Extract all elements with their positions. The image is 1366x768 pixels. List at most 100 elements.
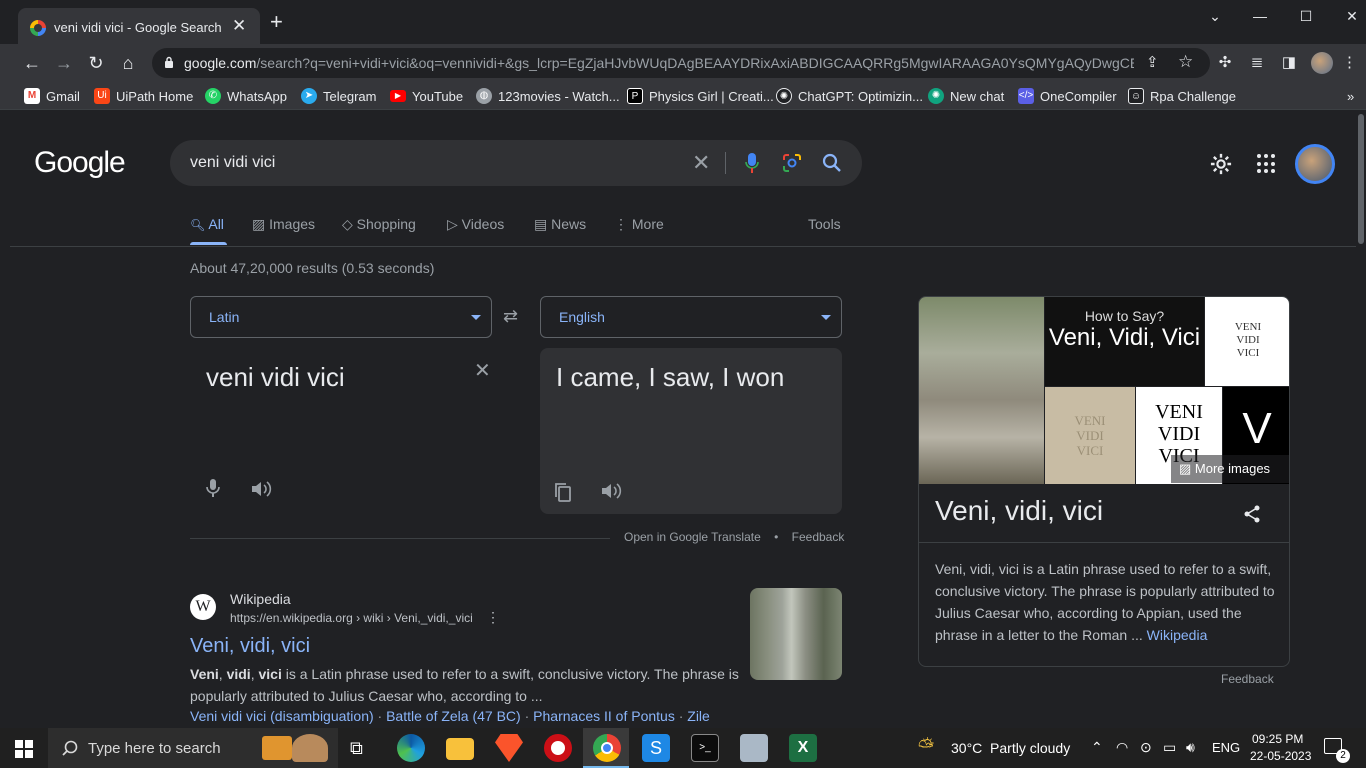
search-input[interactable]: veni vidi vici: [190, 154, 275, 172]
close-window-icon[interactable]: ✕: [1332, 8, 1366, 28]
volume-icon[interactable]: 🔊︎: [1186, 739, 1195, 756]
bookmark-physics-girl[interactable]: P Physics Girl | Creati...: [627, 87, 774, 105]
forward-icon[interactable]: →: [53, 52, 75, 74]
google-logo[interactable]: Google: [34, 146, 126, 180]
address-bar[interactable]: google.com/search?q=veni+vidi+vici&oq=ve…: [152, 48, 1210, 78]
location-icon[interactable]: ⊙: [1140, 739, 1152, 756]
result-title-link[interactable]: Veni, vidi, vici: [190, 635, 310, 658]
reload-icon[interactable]: ↻: [85, 52, 107, 74]
image-stone-inscription[interactable]: VENI VIDI VICI: [1045, 387, 1135, 484]
browser-tab[interactable]: veni vidi vici - Google Search ✕: [18, 8, 260, 46]
profile-avatar[interactable]: [1311, 52, 1333, 74]
voice-search-icon[interactable]: [745, 152, 759, 174]
sitelink[interactable]: Veni vidi vici (disambiguation): [190, 708, 374, 724]
share-page-icon[interactable]: ⇪: [1146, 53, 1159, 71]
battery-icon[interactable]: ▭: [1163, 739, 1176, 756]
speaker-icon[interactable]: [600, 482, 622, 500]
back-icon[interactable]: ←: [21, 52, 43, 74]
file-explorer-icon[interactable]: [446, 738, 474, 760]
scrollbar-thumb[interactable]: [1358, 114, 1364, 244]
terminal-icon[interactable]: >_: [691, 734, 719, 762]
bookmark-rpa-challenge[interactable]: ☺ Rpa Challenge: [1128, 87, 1236, 105]
weather-cloud-icon[interactable]: ⛅︎: [918, 736, 934, 759]
chrome-icon[interactable]: [593, 734, 621, 762]
tab-all[interactable]: 🔍︎ All: [190, 216, 224, 232]
app-s-icon[interactable]: S: [642, 734, 670, 762]
task-view-icon[interactable]: ⧉: [350, 738, 363, 759]
more-images-button[interactable]: ▨ More images: [1171, 455, 1289, 483]
chrome-menu-icon[interactable]: ⋮: [1342, 53, 1357, 73]
bookmark-123movies[interactable]: ◍ 123movies - Watch...: [476, 87, 620, 105]
image-column-photo[interactable]: [919, 297, 1044, 484]
result-menu-icon[interactable]: ⋮: [486, 609, 500, 626]
clear-source-icon[interactable]: ✕: [474, 358, 491, 383]
edge-icon[interactable]: [397, 734, 425, 762]
tab-more[interactable]: ⋮ More: [614, 216, 664, 233]
clear-search-icon[interactable]: ✕: [692, 150, 710, 176]
tools-button[interactable]: Tools: [808, 216, 841, 232]
weather-text[interactable]: 30°C Partly cloudy: [951, 740, 1070, 756]
bookmark-youtube[interactable]: ▶ YouTube: [390, 87, 463, 105]
settings-gear-icon[interactable]: [1210, 153, 1232, 175]
search-submit-icon[interactable]: [822, 153, 842, 173]
excel-icon[interactable]: X: [789, 734, 817, 762]
extensions-icon[interactable]: ✣: [1215, 53, 1235, 73]
remote-desktop-icon[interactable]: [740, 734, 768, 762]
new-tab-icon[interactable]: +: [270, 11, 283, 33]
minimize-icon[interactable]: —: [1240, 8, 1280, 28]
open-in-translate-link[interactable]: Open in Google Translate: [624, 530, 761, 544]
tab-shopping[interactable]: ◇ Shopping: [342, 216, 416, 233]
sitelink[interactable]: Zile: [687, 708, 710, 724]
source-text-area[interactable]: veni vidi vici ✕: [190, 348, 492, 514]
swap-languages-icon[interactable]: ⇄: [503, 306, 518, 327]
result-thumbnail[interactable]: [750, 588, 842, 680]
target-language-select[interactable]: English: [540, 296, 842, 338]
maximize-icon[interactable]: ☐: [1286, 8, 1326, 28]
search-box[interactable]: veni vidi vici ✕: [170, 140, 862, 186]
image-how-to-say[interactable]: How to Say? Veni, Vidi, Vici: [1045, 297, 1204, 386]
result-url[interactable]: https://en.wikipedia.org › wiki › Veni,_…: [230, 611, 473, 625]
speaker-icon[interactable]: [250, 480, 272, 498]
source-language-select[interactable]: Latin: [190, 296, 492, 338]
bookmark-onecompiler[interactable]: </> OneCompiler: [1018, 87, 1117, 105]
account-avatar[interactable]: [1295, 144, 1335, 184]
bookmark-uipath[interactable]: Ui UiPath Home: [94, 87, 193, 105]
microphone-icon[interactable]: [206, 478, 220, 498]
page-scrollbar[interactable]: [1356, 110, 1366, 728]
close-tab-icon[interactable]: ✕: [232, 16, 246, 36]
bookmark-star-icon[interactable]: ☆: [1178, 52, 1193, 72]
translate-feedback-link[interactable]: Feedback: [792, 530, 845, 544]
language-indicator[interactable]: ENG: [1212, 740, 1240, 755]
tab-images[interactable]: ▨ Images: [252, 216, 315, 233]
media-controls-icon[interactable]: ≣: [1247, 53, 1267, 73]
source-text[interactable]: veni vidi vici: [206, 362, 345, 393]
lens-search-icon[interactable]: [782, 153, 802, 173]
tray-chevron-icon[interactable]: ⌃: [1091, 739, 1103, 756]
tab-search-icon[interactable]: ⌄: [1195, 8, 1235, 28]
panel-feedback-link[interactable]: Feedback: [1221, 672, 1274, 686]
sitelink[interactable]: Battle of Zela (47 BC): [386, 708, 521, 724]
bookmark-whatsapp[interactable]: ✆ WhatsApp: [205, 87, 287, 105]
description-source-link[interactable]: Wikipedia: [1147, 627, 1208, 643]
side-panel-icon[interactable]: ◨: [1279, 53, 1299, 73]
result-site-name[interactable]: Wikipedia: [230, 591, 291, 607]
bookmark-gmail[interactable]: M Gmail: [24, 87, 80, 105]
sitelink[interactable]: Pharnaces II of Pontus: [533, 708, 675, 724]
clock-time[interactable]: 09:25 PM: [1252, 732, 1303, 746]
taskbar-search-box[interactable]: Type here to search: [48, 728, 338, 768]
windows-start-icon[interactable]: [15, 740, 33, 758]
brave-icon[interactable]: [495, 734, 523, 762]
home-icon[interactable]: ⌂: [117, 52, 139, 74]
clock-date[interactable]: 22-05-2023: [1250, 749, 1311, 763]
tab-videos[interactable]: ▷ Videos: [447, 216, 504, 233]
copy-icon[interactable]: [554, 482, 572, 502]
bookmark-chatgpt[interactable]: ✺ ChatGPT: Optimizin...: [776, 87, 923, 105]
image-laurel-badge[interactable]: VENI VIDI VICI: [1205, 297, 1289, 386]
bookmark-new-chat[interactable]: ✺ New chat: [928, 87, 1004, 105]
share-icon[interactable]: [1243, 505, 1261, 523]
google-apps-icon[interactable]: [1257, 154, 1277, 174]
network-icon[interactable]: ◠: [1116, 739, 1128, 756]
tab-news[interactable]: ▤ News: [534, 216, 586, 233]
bookmark-telegram[interactable]: ➤ Telegram: [301, 87, 376, 105]
bookmarks-overflow-icon[interactable]: »: [1347, 87, 1354, 105]
